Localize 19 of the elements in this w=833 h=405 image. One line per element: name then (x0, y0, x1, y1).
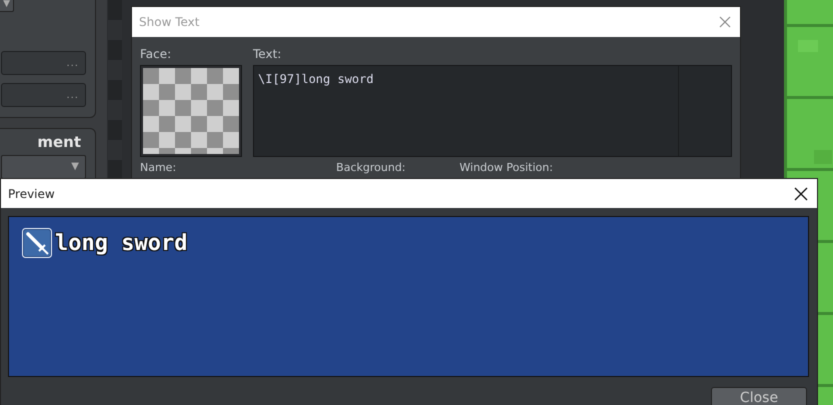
section-title: ment (37, 132, 82, 153)
face-label: Face: (140, 46, 172, 63)
text-area[interactable]: \I[97]long sword (253, 65, 732, 157)
field-label: Window Position: (460, 160, 553, 175)
checkerboard-icon (143, 68, 239, 154)
window-title: Preview (8, 186, 55, 200)
sword-icon (22, 228, 52, 258)
close-icon[interactable] (794, 186, 808, 200)
input-field[interactable]: ... (1, 83, 86, 107)
message-text: long sword (55, 230, 188, 256)
face-box[interactable] (140, 65, 242, 157)
input-field[interactable]: ... (1, 51, 86, 75)
dropdown[interactable]: ▼ (1, 155, 86, 179)
window-title: Show Text (139, 15, 200, 29)
close-button[interactable]: Close (711, 387, 807, 405)
text-label: Text: (253, 46, 282, 63)
field-label: Name: (140, 160, 176, 175)
dropdown[interactable]: ▼ (0, 0, 14, 12)
field-label: Background: (336, 160, 406, 175)
